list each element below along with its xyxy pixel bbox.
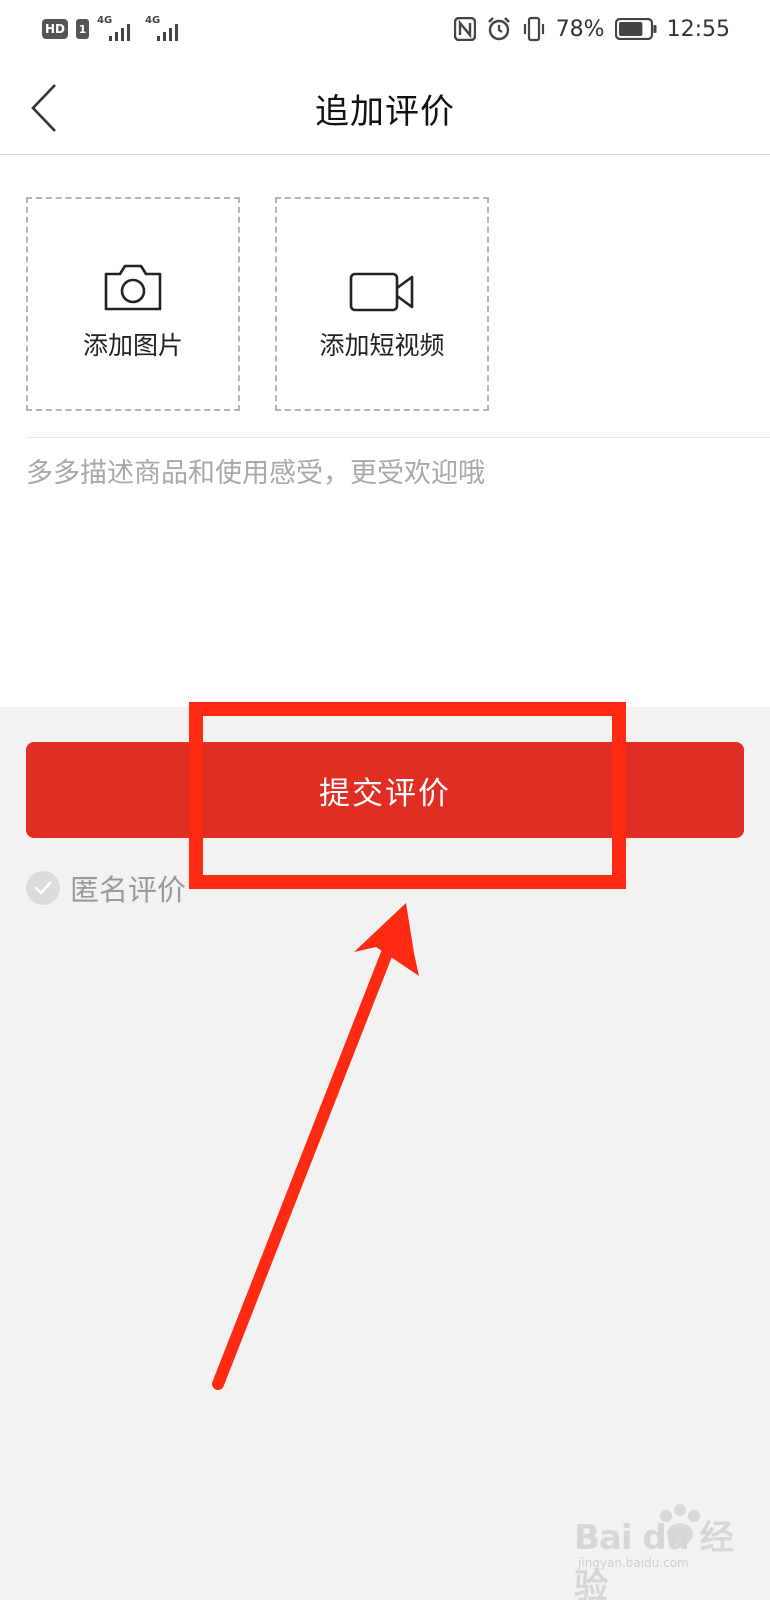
header: 追加评价 — [0, 58, 770, 155]
anonymous-label: 匿名评价 — [70, 873, 187, 907]
hd-badge: HD — [42, 19, 69, 39]
signal-bars-icon — [157, 24, 179, 41]
page-title: 追加评价 — [315, 92, 455, 132]
review-text-input[interactable] — [26, 451, 746, 691]
check-icon — [34, 881, 52, 895]
status-bar: HD 1 4G 4G 78% 12:55 — [0, 0, 770, 58]
signal-icon-1: 4G — [97, 15, 137, 41]
video-camera-icon — [349, 272, 414, 312]
arrow-head — [354, 903, 419, 976]
watermark-brand: Bai du 经验 — [574, 1518, 734, 1600]
page: HD 1 4G 4G 78% 12:55 追加评价 添加图片 添加短视频 多多描… — [0, 0, 770, 1600]
baidu-watermark: Bai du 经验 jingyan.baidu.com — [574, 1504, 734, 1600]
clock-time: 12:55 — [666, 16, 730, 42]
nfc-icon — [453, 17, 476, 41]
vibrate-icon — [523, 16, 544, 42]
video-icon-wrap — [349, 260, 415, 312]
alarm-icon — [487, 17, 510, 41]
status-right: 78% 12:55 — [453, 14, 730, 44]
sim-badge: 1 — [76, 19, 90, 39]
review-form: 添加图片 添加短视频 — [0, 155, 770, 707]
add-video-label: 添加短视频 — [319, 331, 445, 360]
divider — [26, 437, 770, 438]
anonymous-toggle[interactable]: 匿名评价 — [26, 868, 186, 908]
anonymous-checkbox[interactable] — [26, 871, 60, 905]
signal-bars-icon — [109, 24, 131, 41]
submit-review-button[interactable]: 提交评价 — [26, 742, 744, 838]
battery-fill — [618, 22, 642, 36]
add-photo-button[interactable]: 添加图片 — [26, 197, 240, 411]
status-left: HD 1 4G 4G — [42, 15, 185, 42]
add-video-button[interactable]: 添加短视频 — [275, 197, 489, 411]
watermark-site: jingyan.baidu.com — [578, 1556, 689, 1570]
camera-icon-wrap — [103, 260, 163, 312]
camera-icon — [104, 264, 162, 311]
add-photo-label: 添加图片 — [82, 331, 183, 360]
battery-icon — [614, 18, 657, 40]
signal-icon-2: 4G — [145, 15, 185, 41]
arrow-shaft — [212, 924, 402, 1390]
battery-percent: 78% — [555, 16, 605, 42]
